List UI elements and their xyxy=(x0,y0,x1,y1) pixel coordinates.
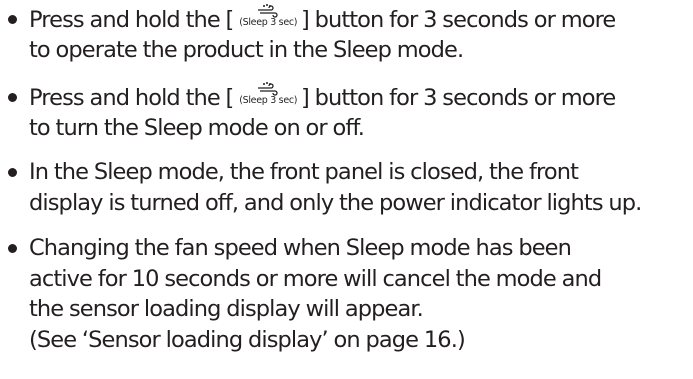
bullet-line: Changing the fan speed when Sleep mode h… xyxy=(29,235,572,261)
bullet-line: active for 10 seconds or more will cance… xyxy=(29,265,602,292)
sleep-wind-icon xyxy=(258,82,278,96)
bullet-dot xyxy=(8,244,17,253)
bullet-dot xyxy=(8,93,17,102)
bullet-text: In the Sleep mode, the front panel is cl… xyxy=(29,157,642,218)
sleep-button-reference: (Sleep 3 sec) xyxy=(239,4,298,30)
sleep-button-caption: (Sleep 3 sec) xyxy=(239,17,298,28)
text-segment: Press and hold the [ xyxy=(29,85,234,111)
sleep-wind-icon xyxy=(258,4,278,18)
text-segment: ] button for 3 seconds or more xyxy=(300,7,616,33)
sleep-button-caption: (Sleep 3 sec) xyxy=(239,95,298,106)
bullet-line: display is turned off, and only the powe… xyxy=(29,189,642,216)
bullet-line: Press and hold the [ (Sleep 3 sec) ] but… xyxy=(29,82,616,113)
page-reference-note: (See ‘Sensor loading display’ on page 16… xyxy=(29,326,466,353)
bullet-line: In the Sleep mode, the front panel is cl… xyxy=(29,159,579,185)
sleep-button-reference: (Sleep 3 sec) xyxy=(239,82,298,108)
bullet-line: to operate the product in the Sleep mode… xyxy=(29,36,464,63)
bullet-line: to turn the Sleep mode on or off. xyxy=(29,114,365,141)
bullet-text: Changing the fan speed when Sleep mode h… xyxy=(29,233,602,355)
bullet-line: Press and hold the [ (Sleep 3 sec) ] but… xyxy=(29,4,616,35)
bullet-text: Press and hold the [ (Sleep 3 sec) ] but… xyxy=(29,82,616,143)
bullet-text: Press and hold the [ (Sleep 3 sec) ] but… xyxy=(29,4,616,65)
text-segment: Press and hold the [ xyxy=(29,7,234,33)
text-segment: ] button for 3 seconds or more xyxy=(300,85,616,111)
bullet-dot xyxy=(8,15,17,24)
bullet-dot xyxy=(8,168,17,177)
bullet-line: the sensor loading display will appear. xyxy=(29,296,424,322)
